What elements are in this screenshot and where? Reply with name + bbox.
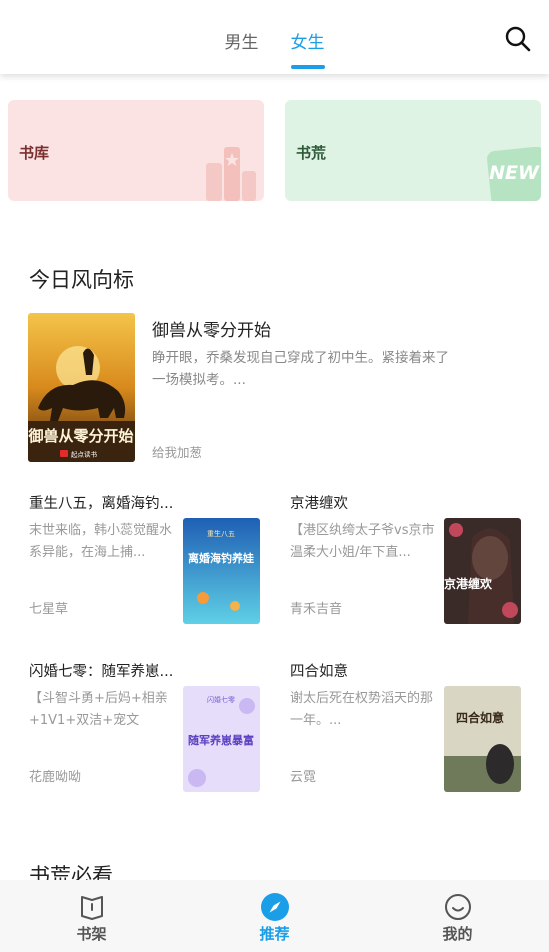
book-title: 京港缠欢 xyxy=(290,496,348,512)
featured-book[interactable]: 御兽从零分开始 起点读书 御兽从零分开始 睁开眼，乔桑发现自己穿成了初中生。紧接… xyxy=(28,313,521,462)
nav-recommend[interactable]: 推荐 xyxy=(183,880,366,952)
book-item[interactable]: 闪婚七零：随军养崽... 【斗智斗勇+后妈+相亲+1V1+双洁+宠文+爽... … xyxy=(29,660,269,808)
book-cover: 重生八五 离婚海钓养娃 xyxy=(183,518,260,624)
book-description: 【斗智斗勇+后妈+相亲+1V1+双洁+宠文+爽... xyxy=(29,691,168,728)
book-author: 云霓 xyxy=(290,770,317,785)
book-cover-top: 重生八五 xyxy=(207,529,235,538)
book-cover: 四合如意 xyxy=(444,686,521,792)
gender-tabs: 男生 女生 xyxy=(0,0,549,74)
tab-female-label: 女生 xyxy=(290,33,325,53)
nav-bookshelf[interactable]: 书架 xyxy=(0,880,183,952)
nav-bookshelf-label: 书架 xyxy=(76,925,107,943)
search-icon xyxy=(505,26,531,52)
book-shortage-card[interactable]: 书荒 NEW xyxy=(285,100,541,201)
nav-recommend-label: 推荐 xyxy=(259,925,290,943)
active-tab-indicator xyxy=(290,65,325,69)
smile-icon xyxy=(444,894,471,920)
book-cover-title: 随军养崽暴富 xyxy=(188,733,254,747)
book-title: 闪婚七零：随军养崽... xyxy=(29,664,174,680)
book-description: 谢太后死在权势滔天的那一年。... xyxy=(290,691,434,728)
new-badge-text: NEW xyxy=(489,162,539,184)
book-shortage-card-label: 书荒 xyxy=(296,144,327,162)
bottom-navigation: 书架 推荐 我的 xyxy=(0,880,549,952)
compass-icon xyxy=(260,893,289,921)
quick-entry-cards: 书库 书荒 NEW xyxy=(8,100,541,201)
tab-male[interactable]: 男生 xyxy=(225,0,259,74)
book-title: 四合如意 xyxy=(290,664,348,680)
featured-cover-art: 御兽从零分开始 起点读书 xyxy=(28,313,135,462)
featured-book-cover: 御兽从零分开始 起点读书 xyxy=(28,313,135,462)
ranking-podium-icon xyxy=(206,147,256,201)
book-cover-title: 离婚海钓养娃 xyxy=(188,551,254,565)
nav-mine-label: 我的 xyxy=(442,925,473,943)
book-description: 末世来临，韩小蕊觉醒水系异能，在海上捕... xyxy=(29,523,173,560)
tab-male-label: 男生 xyxy=(224,33,259,53)
book-item[interactable]: 京港缠欢 【港区纨绔太子爷vs京市温柔大小姐/年下直... 青禾吉音 京港缠欢 xyxy=(290,492,530,640)
nav-mine[interactable]: 我的 xyxy=(366,880,549,952)
featured-cover-publisher: 起点读书 xyxy=(71,450,98,459)
library-card[interactable]: 书库 xyxy=(8,100,264,201)
search-button[interactable] xyxy=(503,24,533,54)
top-bar: 男生 女生 xyxy=(0,0,549,74)
book-author: 七星草 xyxy=(29,602,69,617)
book-item[interactable]: 重生八五，离婚海钓... 末世来临，韩小蕊觉醒水系异能，在海上捕... 七星草 … xyxy=(29,492,269,640)
tab-female[interactable]: 女生 xyxy=(290,0,325,74)
book-author: 花鹿呦呦 xyxy=(29,770,82,785)
book-cover: 京港缠欢 xyxy=(444,518,521,624)
section-title-today: 今日风向标 xyxy=(29,268,134,292)
book-cover-title: 四合如意 xyxy=(456,710,504,725)
featured-book-author: 给我加葱 xyxy=(152,445,203,460)
featured-cover-title: 御兽从零分开始 xyxy=(28,427,134,445)
book-cover-title: 京港缠欢 xyxy=(444,576,493,591)
book-title: 重生八五，离婚海钓... xyxy=(29,496,174,512)
bookshelf-icon xyxy=(80,896,103,920)
book-cover-top: 闪婚七零 xyxy=(207,695,235,704)
book-author: 青禾吉音 xyxy=(290,602,343,617)
book-description: 【港区纨绔太子爷vs京市温柔大小姐/年下直... xyxy=(290,523,435,560)
book-cover: 闪婚七零 随军养崽暴富 xyxy=(183,686,260,792)
book-item[interactable]: 四合如意 谢太后死在权势滔天的那一年。... 云霓 四合如意 xyxy=(290,660,530,808)
featured-book-title: 御兽从零分开始 xyxy=(152,321,271,341)
library-card-label: 书库 xyxy=(19,144,50,162)
featured-book-description: 睁开眼，乔桑发现自己穿成了初中生。紧接着来了一场模拟考。... xyxy=(152,350,449,388)
